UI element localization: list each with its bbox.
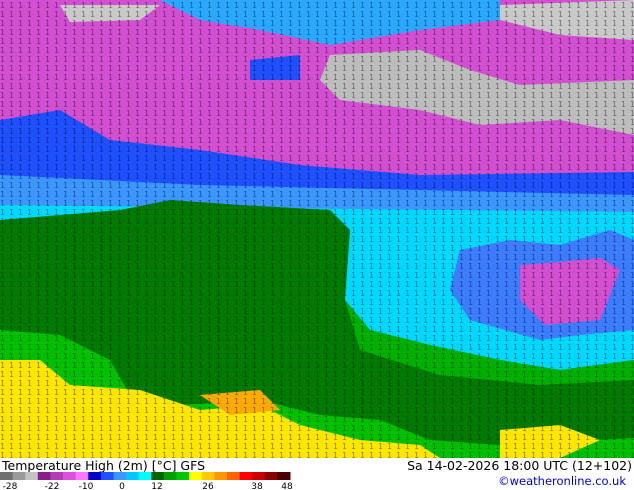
- scale-swatch: [63, 472, 77, 480]
- scale-swatch: [151, 472, 165, 480]
- scale-swatch: [176, 472, 190, 480]
- scale-swatch: [50, 472, 64, 480]
- map-title: Temperature High (2m) [°C] GFS: [2, 458, 206, 473]
- scale-swatch: [277, 472, 291, 480]
- scale-swatch: [88, 472, 102, 480]
- map-footer: Temperature High (2m) [°C] GFS Sa 14-02-…: [0, 458, 634, 490]
- map-canvas: 1: [0, 0, 634, 458]
- scale-swatch: [12, 472, 26, 480]
- scale-swatch: [163, 472, 177, 480]
- scale-tick-label: 26: [202, 482, 214, 490]
- scale-swatch: [126, 472, 140, 480]
- scale-tick-label: 38: [251, 482, 263, 490]
- scale-swatch: [189, 472, 203, 480]
- scale-swatch: [201, 472, 215, 480]
- value-grid: [0, 0, 634, 458]
- color-scale: -28 -22 -10 0 12 26 38 48: [0, 472, 293, 490]
- scale-tick-label: -22: [45, 482, 60, 490]
- scale-swatch: [100, 472, 114, 480]
- scale-swatch: [227, 472, 241, 480]
- scale-swatch: [239, 472, 253, 480]
- scale-swatch: [25, 472, 39, 480]
- scale-swatch: [0, 472, 14, 480]
- scale-tick-label: 12: [151, 482, 162, 490]
- scale-swatch: [113, 472, 127, 480]
- temperature-map: 1: [0, 0, 634, 458]
- credit-link[interactable]: ©weatheronline.co.uk: [498, 474, 626, 488]
- scale-tick-label: -10: [79, 482, 94, 490]
- scale-swatch: [264, 472, 278, 480]
- scale-tick-label: 0: [119, 482, 125, 490]
- scale-swatch: [37, 472, 51, 480]
- scale-swatch: [138, 472, 152, 480]
- scale-swatch: [214, 472, 228, 480]
- scale-tick-label: -28: [3, 482, 18, 490]
- scale-swatch: [75, 472, 89, 480]
- valid-time: Sa 14-02-2026 18:00 UTC (12+102): [407, 458, 632, 473]
- scale-swatch: [252, 472, 266, 480]
- scale-tick-label: 48: [281, 482, 293, 490]
